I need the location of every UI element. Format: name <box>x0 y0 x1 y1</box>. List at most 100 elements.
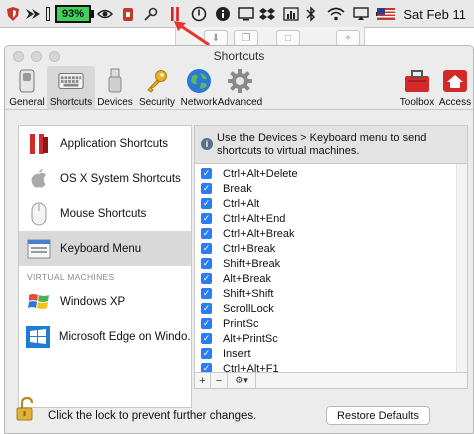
checkbox[interactable]: ✓ <box>201 273 212 284</box>
list-item[interactable]: ✓ Ctrl+Break <box>195 241 455 256</box>
sidebar-item-osx-shortcuts[interactable]: OS X System Shortcuts <box>19 161 191 196</box>
toolbar: General Shortcuts Devices Security Netwo… <box>5 66 473 110</box>
dropbox-icon[interactable] <box>258 5 276 23</box>
list-item-label: Ctrl+Alt+Delete <box>223 167 298 180</box>
checkbox[interactable]: ✓ <box>201 213 212 224</box>
lock-text: Click the lock to prevent further change… <box>48 410 257 422</box>
house-icon <box>442 68 468 94</box>
screen-icon[interactable] <box>237 5 255 23</box>
sidebar-section-header: VIRTUAL MACHINES <box>27 272 115 282</box>
tab-advanced-label: Advanced <box>217 97 263 108</box>
switch-icon <box>14 68 40 94</box>
list-item[interactable]: ✓ Shift+Break <box>195 256 455 271</box>
sidebar: Application Shortcuts OS X System Shortc… <box>18 125 192 408</box>
checkbox[interactable]: ✓ <box>201 348 212 359</box>
remove-button[interactable]: − <box>211 373 228 388</box>
info-icon: i <box>201 138 213 150</box>
close-button[interactable] <box>13 51 24 62</box>
gear-icon <box>227 68 253 94</box>
list-item-label: Ctrl+Break <box>223 242 276 255</box>
chevron-icon[interactable] <box>24 5 42 23</box>
tab-security[interactable]: Security <box>135 66 179 110</box>
menubar-clock[interactable]: Sat Feb 11 <box>384 5 466 23</box>
shield-icon[interactable] <box>4 5 22 23</box>
keyboard-icon <box>58 68 84 94</box>
list-item-label: Ctrl+Alt+End <box>223 212 286 225</box>
windows-10-icon <box>26 324 51 350</box>
sidebar-item-label: Mouse Shortcuts <box>60 207 147 220</box>
wifi-icon[interactable] <box>326 5 346 23</box>
windows-xp-icon <box>26 289 52 315</box>
sidebar-item-label: Windows XP <box>60 295 126 308</box>
shortcut-list: ✓ Ctrl+Alt+Delete ✓ Break ✓ Ctrl+Alt ✓ Ctrl+Alt… <box>194 163 468 373</box>
tab-access[interactable]: Access <box>433 66 473 110</box>
sidebar-item-edge-vm[interactable]: Microsoft Edge on Windo... <box>19 319 191 354</box>
copy-icon: ❐ <box>234 30 258 46</box>
list-item-label: Alt+Break <box>223 272 271 285</box>
list-item[interactable]: ✓ Alt+PrintSc <box>195 331 455 346</box>
bluetooth-icon[interactable] <box>304 5 318 23</box>
info-text: Use the Devices > Keyboard menu to send … <box>217 132 427 157</box>
list-item-label: Break <box>223 182 252 195</box>
key-icon <box>144 68 170 94</box>
sidebar-item-label: OS X System Shortcuts <box>60 172 181 185</box>
list-item[interactable]: ✓ Ctrl+Alt+F1 <box>195 361 455 373</box>
title-bar: Shortcuts <box>5 46 473 66</box>
battery-edge-icon <box>44 5 52 23</box>
lock-app-icon[interactable] <box>120 5 136 23</box>
list-item[interactable]: ✓ Ctrl+Alt+Break <box>195 226 455 241</box>
sidebar-item-windows-xp[interactable]: Windows XP <box>19 284 191 319</box>
tab-shortcuts[interactable]: Shortcuts <box>47 66 95 110</box>
checkbox[interactable]: ✓ <box>201 303 212 314</box>
tab-advanced[interactable]: Advanced <box>215 66 265 110</box>
tab-network-label: Network <box>180 97 218 108</box>
list-item-label: Shift+Shift <box>223 287 274 300</box>
checkbox[interactable]: ✓ <box>201 183 212 194</box>
restore-defaults-button[interactable]: Restore Defaults <box>326 406 430 425</box>
checkbox[interactable]: ✓ <box>201 228 212 239</box>
checkbox[interactable]: ✓ <box>201 258 212 269</box>
checkbox[interactable]: ✓ <box>201 243 212 254</box>
list-item[interactable]: ✓ ScrollLock <box>195 301 455 316</box>
tab-general[interactable]: General <box>5 66 49 110</box>
airplay-icon[interactable] <box>352 5 370 23</box>
minimize-button[interactable] <box>31 51 42 62</box>
list-item[interactable]: ✓ Ctrl+Alt <box>195 196 455 211</box>
list-item-label: Shift+Break <box>223 257 281 270</box>
list-item[interactable]: ✓ PrintSc <box>195 316 455 331</box>
sidebar-item-mouse-shortcuts[interactable]: Mouse Shortcuts <box>19 196 191 231</box>
lock-icon[interactable] <box>16 396 36 421</box>
checkbox[interactable]: ✓ <box>201 318 212 329</box>
list-item[interactable]: ✓ Insert <box>195 346 455 361</box>
list-item[interactable]: ✓ Ctrl+Alt+End <box>195 211 455 226</box>
menu-bar: 93% Sat Feb 11 <box>0 0 474 28</box>
eye-icon[interactable] <box>96 5 114 23</box>
action-menu-button[interactable]: ⚙▾ <box>228 373 256 388</box>
checkbox[interactable]: ✓ <box>201 288 212 299</box>
checkbox[interactable]: ✓ <box>201 363 212 372</box>
battery-indicator[interactable]: 93% <box>55 5 91 23</box>
list-item-label: Ctrl+Alt+F1 <box>223 362 279 373</box>
checkbox[interactable]: ✓ <box>201 168 212 179</box>
sidebar-item-keyboard-menu[interactable]: Keyboard Menu <box>19 231 191 266</box>
sidebar-item-label: Application Shortcuts <box>60 137 169 150</box>
preferences-window: Shortcuts General Shortcuts Devices Secu… <box>4 45 474 434</box>
zoom-button[interactable] <box>49 51 60 62</box>
info-icon[interactable] <box>214 5 232 23</box>
sidebar-item-application-shortcuts[interactable]: Application Shortcuts <box>19 126 191 161</box>
chart-icon[interactable] <box>282 5 300 23</box>
tab-devices[interactable]: Devices <box>93 66 137 110</box>
tab-toolbox-label: Toolbox <box>399 97 435 108</box>
checkbox[interactable]: ✓ <box>201 333 212 344</box>
list-item[interactable]: ✓ Shift+Shift <box>195 286 455 301</box>
sidebar-item-label: Keyboard Menu <box>60 242 142 255</box>
list-item-label: ScrollLock <box>223 302 274 315</box>
add-button[interactable]: + <box>195 373 211 388</box>
scrollbar[interactable] <box>456 164 467 372</box>
list-item[interactable]: ✓ Ctrl+Alt+Delete <box>195 166 455 181</box>
list-item[interactable]: ✓ Break <box>195 181 455 196</box>
list-item[interactable]: ✓ Alt+Break <box>195 271 455 286</box>
key-icon[interactable] <box>142 5 160 23</box>
checkbox[interactable]: ✓ <box>201 198 212 209</box>
parallels-icon <box>26 131 52 157</box>
